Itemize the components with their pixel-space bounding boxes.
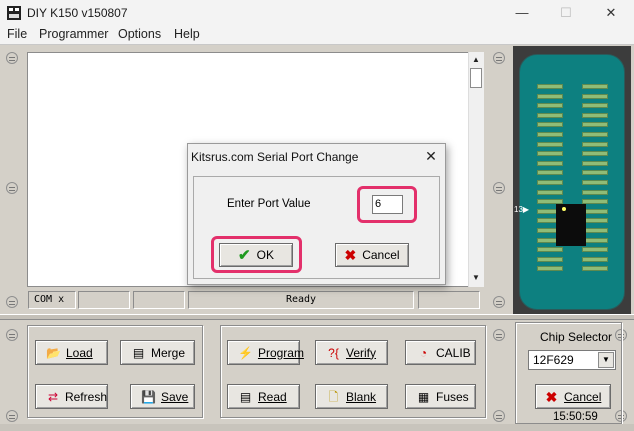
status-panel-3 [133,291,185,309]
menu-file[interactable]: File [7,27,27,41]
grip-icon[interactable] [6,329,18,341]
merge-icon: ▤ [132,345,145,360]
horizontal-splitter [0,314,634,320]
save-button[interactable]: 💾 Save [130,384,195,409]
grip-icon[interactable] [6,182,18,194]
folder-open-icon: 📂 [46,345,61,360]
verify-icon: ?{ [328,345,339,360]
program-button[interactable]: ⚡ Program [227,340,304,365]
minimize-button[interactable]: — [512,4,532,22]
zif-socket-board [519,54,625,310]
socket-pin [582,256,608,262]
bottom-edge [0,424,634,431]
status-panel-2 [78,291,130,309]
program-icon: ⚡ [238,345,253,360]
chevron-down-icon[interactable]: ▼ [598,352,614,368]
red-x-icon: ✖ [545,388,558,405]
socket-pin [537,151,563,157]
socket-pin [537,180,563,185]
pin1-marker-icon [562,207,566,211]
socket-pin [582,180,608,185]
socket-pin [582,103,608,109]
socket-pin [582,132,608,137]
green-check-icon: ✔ [238,247,251,264]
socket-pin [537,112,563,118]
window-title: DIY K150 v150807 [27,6,128,20]
clock-readout: 15:50:59 [553,411,598,423]
menu-programmer[interactable]: Programmer [39,27,108,41]
socket-pin [537,256,563,262]
chip-selector-title: Chip Selector [540,330,613,344]
socket-pin [582,84,608,89]
socket-pin [582,189,608,195]
socket-pin [582,112,608,118]
grip-icon[interactable] [6,52,18,64]
merge-button[interactable]: ▤ Merge [120,340,195,365]
socket-pin [537,160,563,166]
socket-pin [537,141,563,147]
socket-pin [537,84,563,89]
grip-icon[interactable] [6,410,18,422]
socket-pin [537,132,563,137]
fuses-icon: ▦ [417,389,430,404]
chip-image [556,204,586,246]
grip-icon[interactable] [6,296,18,308]
socket-pin [537,247,563,253]
menu-options[interactable]: Options [118,27,161,41]
verify-button[interactable]: ?{Verify [315,340,388,365]
floppy-disk-icon: 💾 [141,389,156,404]
status-panel-5 [418,291,480,309]
status-state: Ready [188,291,414,309]
red-x-icon: ✖ [344,246,357,263]
right-splitter [487,46,511,314]
port-value-input[interactable]: 6 [372,195,403,214]
socket-pin [537,170,563,176]
grip-icon[interactable] [493,329,505,341]
blank-button[interactable]: 🗋 Blank [315,384,388,409]
grip-icon[interactable] [493,410,505,422]
clock-icon: ◔ [419,345,428,360]
left-splitter [0,46,24,314]
menu-help[interactable]: Help [174,27,200,41]
socket-pin [582,93,608,99]
socket-pin [582,170,608,176]
socket-pin [537,122,563,128]
calib-button[interactable]: ◔ CALIB [405,340,476,365]
read-icon: ▤ [239,389,252,404]
fuses-button[interactable]: ▦ Fuses [405,384,476,409]
chip-cancel-button[interactable]: ✖ Cancel [535,384,611,409]
socket-pin [582,160,608,166]
grip-icon[interactable] [493,296,505,308]
close-icon[interactable]: ✕ [422,147,440,165]
socket-pin [582,266,608,272]
read-button[interactable]: ▤ Read [227,384,300,409]
scroll-thumb[interactable] [470,68,482,88]
grip-icon[interactable] [493,52,505,64]
socket-pin [582,141,608,147]
scroll-up-icon[interactable]: ▲ [472,55,480,64]
socket-pin [537,266,563,272]
refresh-icon: ⇄ [47,389,59,404]
status-com: COM x [28,291,76,309]
dialog-cancel-button[interactable]: ✖ Cancel [335,243,409,267]
socket-pin [582,247,608,253]
scroll-down-icon[interactable]: ▼ [472,273,480,282]
port-value-label: Enter Port Value [227,198,311,210]
socket-pin [537,93,563,99]
app-icon [6,5,22,21]
socket-pin [537,189,563,195]
maximize-button[interactable]: ☐ [556,4,576,22]
dialog-title: Kitsrus.com Serial Port Change [191,150,359,164]
pin-number-label: 13▶ [514,205,530,214]
socket-pin [582,151,608,157]
grip-icon[interactable] [493,182,505,194]
close-button[interactable]: ✕ [601,4,621,22]
socket-pin [537,103,563,109]
load-button[interactable]: 📂 Load [35,340,108,365]
blank-page-icon: 🗋 [328,389,339,404]
refresh-button[interactable]: ⇄ Refresh [35,384,108,409]
socket-pin [582,122,608,128]
ok-button[interactable]: ✔ OK [219,243,293,267]
